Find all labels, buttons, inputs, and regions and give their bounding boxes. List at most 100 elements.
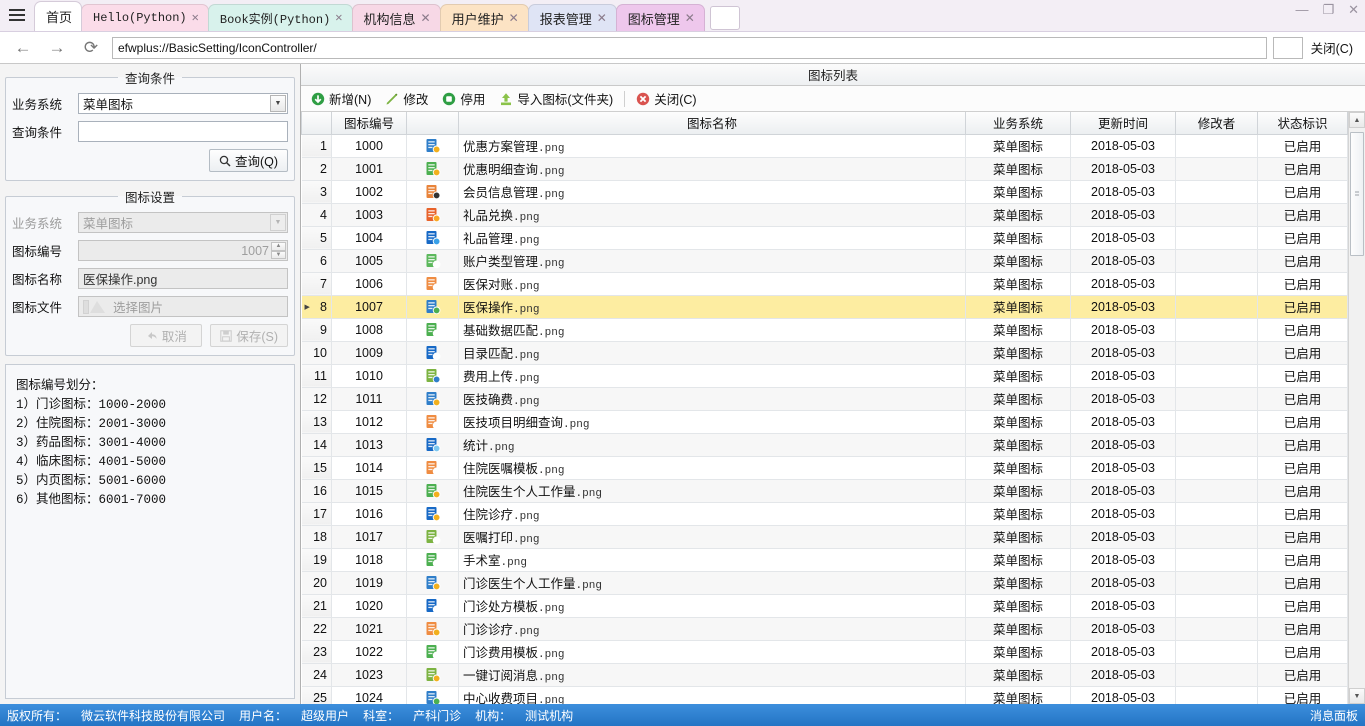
toolbar-button-1[interactable]: 修改 <box>379 88 434 110</box>
hamburger-menu-icon[interactable] <box>0 0 34 31</box>
table-row[interactable]: 201019门诊医生个人工作量.png菜单图标2018-05-03已启用 <box>302 571 1348 594</box>
query-button[interactable]: 查询(Q) <box>209 149 288 172</box>
row-icon-thumbnail <box>425 184 441 200</box>
table-row[interactable]: 41003礼品兑换.png菜单图标2018-05-03已启用 <box>302 203 1348 226</box>
cell-modifier <box>1176 525 1258 548</box>
add-circle-icon <box>311 92 325 106</box>
table-row[interactable]: 121011医技确费.png菜单图标2018-05-03已启用 <box>302 387 1348 410</box>
tab-4[interactable]: 用户维护✕ <box>440 4 529 31</box>
chevron-down-icon[interactable]: ▼ <box>270 95 286 112</box>
table-row[interactable]: 221021门诊诊疗.png菜单图标2018-05-03已启用 <box>302 617 1348 640</box>
toolbar-button-4[interactable]: 关闭(C) <box>630 88 702 110</box>
tab-3[interactable]: 机构信息✕ <box>352 4 441 31</box>
tab-close-icon[interactable]: ✕ <box>597 12 607 24</box>
table-row[interactable]: 141013统计.png菜单图标2018-05-03已启用 <box>302 433 1348 456</box>
column-header-code[interactable]: 图标编号 <box>332 112 407 134</box>
table-row[interactable]: 61005账户类型管理.png菜单图标2018-05-03已启用 <box>302 249 1348 272</box>
tab-close-icon[interactable]: ✕ <box>509 12 519 24</box>
setting-system-row: 业务系统 菜单图标 ▼ <box>12 212 288 233</box>
user-value: 超级用户 <box>301 707 349 724</box>
reload-icon[interactable]: ⟳ <box>74 35 108 61</box>
column-header-icon[interactable] <box>407 112 459 134</box>
cell-updated: 2018-05-03 <box>1071 295 1176 318</box>
table-row[interactable]: 11000优惠方案管理.png菜单图标2018-05-03已启用 <box>302 134 1348 157</box>
new-tab-button[interactable] <box>710 6 740 30</box>
cell-name-extension: .png <box>513 235 539 247</box>
table-row[interactable]: 111010费用上传.png菜单图标2018-05-03已启用 <box>302 364 1348 387</box>
scroll-down-icon[interactable]: ▼ <box>1349 688 1365 704</box>
table-row[interactable]: 191018手术室.png菜单图标2018-05-03已启用 <box>302 548 1348 571</box>
table-row[interactable]: 251024中心收费项目.png菜单图标2018-05-03已启用 <box>302 686 1348 704</box>
pencil-icon <box>385 92 399 106</box>
setting-name-label: 图标名称 <box>12 269 78 288</box>
table-row[interactable]: 101009目录匹配.png菜单图标2018-05-03已启用 <box>302 341 1348 364</box>
url-extra-box[interactable] <box>1273 37 1303 59</box>
cell-code: 1003 <box>332 203 407 226</box>
query-system-row: 业务系统 菜单图标 ▼ <box>12 93 288 114</box>
tab-label: 图标管理 <box>628 9 680 28</box>
cell-icon <box>407 341 459 364</box>
restore-icon[interactable]: ❐ <box>1322 3 1334 16</box>
close-icon[interactable]: ✕ <box>1348 3 1359 16</box>
icon-table-scroll[interactable]: 图标编号 图标名称业务系统更新时间修改者状态标识 11000优惠方案管理.png菜… <box>301 112 1348 704</box>
query-system-select[interactable]: 菜单图标 ▼ <box>78 93 288 114</box>
column-header-updated[interactable]: 更新时间 <box>1071 112 1176 134</box>
toolbar-button-2[interactable]: 停用 <box>436 88 491 110</box>
table-row[interactable]: 171016住院诊疗.png菜单图标2018-05-03已启用 <box>302 502 1348 525</box>
tab-close-icon[interactable]: ✕ <box>192 12 199 24</box>
query-system-value: 菜单图标 <box>83 94 133 113</box>
cell-code: 1016 <box>332 502 407 525</box>
message-panel-button[interactable]: 消息面板 <box>1310 707 1358 724</box>
table-row[interactable]: 81007医保操作.png菜单图标2018-05-03已启用 <box>302 295 1348 318</box>
toolbar-button-0[interactable]: 新增(N) <box>305 88 377 110</box>
icon-code-ranges-note: 图标编号划分： 1）门诊图标：1000-2000 2）住院图标：2001-300… <box>5 364 295 699</box>
scrollbar-track[interactable] <box>1349 128 1365 688</box>
table-row[interactable]: 91008基础数据匹配.png菜单图标2018-05-03已启用 <box>302 318 1348 341</box>
tab-close-icon[interactable]: ✕ <box>335 12 342 24</box>
toolbar-button-3[interactable]: 导入图标(文件夹) <box>493 88 619 110</box>
close-page-button[interactable]: 关闭(C) <box>1311 38 1353 57</box>
tab-close-icon[interactable]: ✕ <box>421 12 431 24</box>
table-row[interactable]: 211020门诊处方模板.png菜单图标2018-05-03已启用 <box>302 594 1348 617</box>
back-icon[interactable]: ← <box>6 35 40 61</box>
cell-system: 菜单图标 <box>966 410 1071 433</box>
column-header-system[interactable]: 业务系统 <box>966 112 1071 134</box>
cancel-button-label: 取消 <box>162 326 187 345</box>
row-icon-thumbnail <box>425 391 441 407</box>
column-header-modifier[interactable]: 修改者 <box>1176 112 1258 134</box>
column-header-rowno[interactable] <box>302 112 332 134</box>
search-icon <box>219 155 231 167</box>
query-condition-label: 查询条件 <box>12 122 78 141</box>
tab-close-icon[interactable]: ✕ <box>685 12 695 24</box>
forward-icon[interactable]: → <box>40 35 74 61</box>
table-row[interactable]: 51004礼品管理.png菜单图标2018-05-03已启用 <box>302 226 1348 249</box>
window-controls: — ❐ ✕ <box>1295 3 1359 16</box>
scrollbar-thumb[interactable] <box>1350 132 1364 256</box>
column-header-name[interactable]: 图标名称 <box>459 112 966 134</box>
table-row[interactable]: 151014住院医嘱模板.png菜单图标2018-05-03已启用 <box>302 456 1348 479</box>
cell-status: 已启用 <box>1258 686 1348 704</box>
cell-modifier <box>1176 594 1258 617</box>
table-row[interactable]: 161015住院医生个人工作量.png菜单图标2018-05-03已启用 <box>302 479 1348 502</box>
table-row[interactable]: 241023一键订阅消息.png菜单图标2018-05-03已启用 <box>302 663 1348 686</box>
cell-system: 菜单图标 <box>966 249 1071 272</box>
table-row[interactable]: 21001优惠明细查询.png菜单图标2018-05-03已启用 <box>302 157 1348 180</box>
tab-6[interactable]: 图标管理 ✕ <box>616 4 705 31</box>
minimize-icon[interactable]: — <box>1295 3 1308 16</box>
column-header-status[interactable]: 状态标识 <box>1258 112 1348 134</box>
tab-5[interactable]: 报表管理✕ <box>528 4 617 31</box>
table-row[interactable]: 31002会员信息管理.png菜单图标2018-05-03已启用 <box>302 180 1348 203</box>
tab-0[interactable]: 首页 <box>34 1 82 31</box>
tab-2[interactable]: Book实例(Python)✕ <box>208 4 353 31</box>
url-input[interactable]: efwplus://BasicSetting/IconController/ <box>112 37 1267 59</box>
query-condition-input[interactable] <box>78 121 288 142</box>
table-row[interactable]: 131012医技项目明细查询.png菜单图标2018-05-03已启用 <box>302 410 1348 433</box>
scroll-up-icon[interactable]: ▲ <box>1349 112 1365 128</box>
vertical-scrollbar[interactable]: ▲ ▼ <box>1348 112 1365 704</box>
table-row[interactable]: 181017医嘱打印.png菜单图标2018-05-03已启用 <box>302 525 1348 548</box>
cell-status: 已启用 <box>1258 295 1348 318</box>
table-row[interactable]: 231022门诊费用模板.png菜单图标2018-05-03已启用 <box>302 640 1348 663</box>
row-icon-thumbnail <box>425 207 441 223</box>
tab-1[interactable]: Hello(Python)✕ <box>81 4 209 31</box>
table-row[interactable]: 71006医保对账.png菜单图标2018-05-03已启用 <box>302 272 1348 295</box>
